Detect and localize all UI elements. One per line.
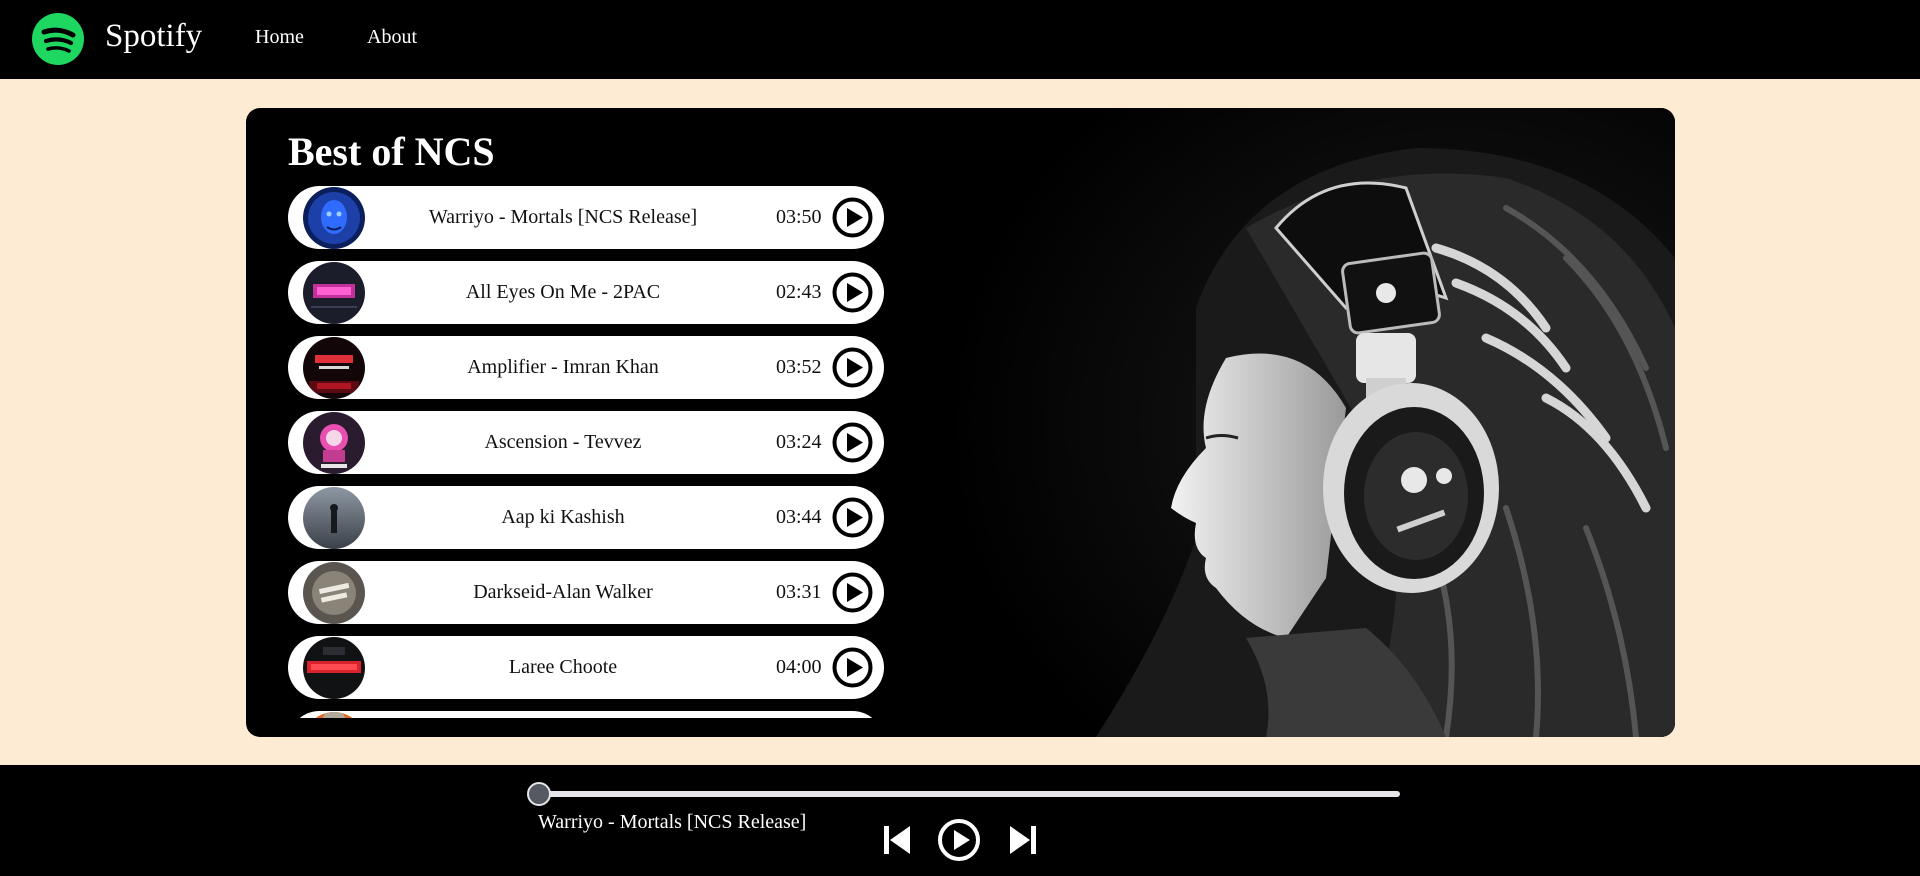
- song-duration: 03:52: [776, 356, 822, 378]
- song-item[interactable]: Laree Choote 04:00: [288, 636, 884, 699]
- play-circle-icon[interactable]: [832, 497, 873, 538]
- song-item[interactable]: [288, 711, 884, 718]
- now-playing-title: Warriyo - Mortals [NCS Release]: [538, 811, 807, 833]
- player-bar: Warriyo - Mortals [NCS Release]: [0, 765, 1920, 876]
- play-icon[interactable]: [937, 818, 981, 862]
- song-name: Ascension - Tevvez: [484, 431, 642, 453]
- song-duration: 03:24: [776, 431, 822, 453]
- play-circle-icon[interactable]: [832, 647, 873, 688]
- progress-thumb[interactable]: [527, 782, 551, 806]
- astronaut-cover: [303, 412, 365, 474]
- nav-about-link[interactable]: About: [367, 26, 417, 49]
- blue-mask-cover: [303, 187, 365, 249]
- play-circle-icon[interactable]: [832, 197, 873, 238]
- play-circle-icon[interactable]: [832, 422, 873, 463]
- song-item[interactable]: Ascension - Tevvez 03:24: [288, 411, 884, 474]
- song-duration: 03:31: [776, 581, 822, 603]
- play-circle-icon[interactable]: [832, 347, 873, 388]
- headphones-artwork: [946, 108, 1675, 737]
- play-circle-icon[interactable]: [832, 272, 873, 313]
- song-item[interactable]: All Eyes On Me - 2PAC 02:43: [288, 261, 884, 324]
- nav-home-link[interactable]: Home: [255, 26, 304, 49]
- brand-name: Spotify: [105, 18, 203, 54]
- song-name: All Eyes On Me - 2PAC: [465, 281, 661, 303]
- previous-track-icon[interactable]: [880, 823, 914, 857]
- neon-title-cover: [303, 262, 365, 324]
- song-list[interactable]: Warriyo - Mortals [NCS Release] 03:50 Al…: [288, 186, 884, 718]
- song-duration: 03:44: [776, 506, 822, 528]
- song-name: [368, 711, 758, 718]
- song-name: Amplifier - Imran Khan: [467, 356, 659, 378]
- song-name: Aap ki Kashish: [501, 506, 625, 528]
- playlist-container: Best of NCS Warriyo - Mortals [NCS Relea…: [246, 108, 1675, 737]
- song-duration: 04:00: [776, 656, 822, 678]
- song-name: Laree Choote: [508, 656, 618, 678]
- song-item[interactable]: Warriyo - Mortals [NCS Release] 03:50: [288, 186, 884, 249]
- song-item[interactable]: Amplifier - Imran Khan 03:52: [288, 336, 884, 399]
- playlist-title: Best of NCS: [288, 129, 495, 174]
- next-track-icon[interactable]: [1006, 823, 1040, 857]
- song-item[interactable]: Darkseid-Alan Walker 03:31: [288, 561, 884, 624]
- safety-dance-cover: [303, 562, 365, 624]
- spotify-logo-icon[interactable]: [32, 13, 84, 65]
- song-duration: 03:50: [776, 206, 822, 228]
- back-it-up-cover: [303, 637, 365, 699]
- foggy-figure-cover: [303, 487, 365, 549]
- navbar: Spotify Home About: [0, 0, 1920, 79]
- progress-bar[interactable]: [527, 782, 1400, 806]
- orange-cover: [303, 712, 365, 718]
- song-name: Warriyo - Mortals [NCS Release]: [428, 206, 698, 228]
- red-text-cover: [303, 337, 365, 399]
- play-circle-icon[interactable]: [832, 572, 873, 613]
- song-duration: 02:43: [776, 281, 822, 303]
- song-name: Darkseid-Alan Walker: [473, 581, 653, 603]
- song-item[interactable]: Aap ki Kashish 03:44: [288, 486, 884, 549]
